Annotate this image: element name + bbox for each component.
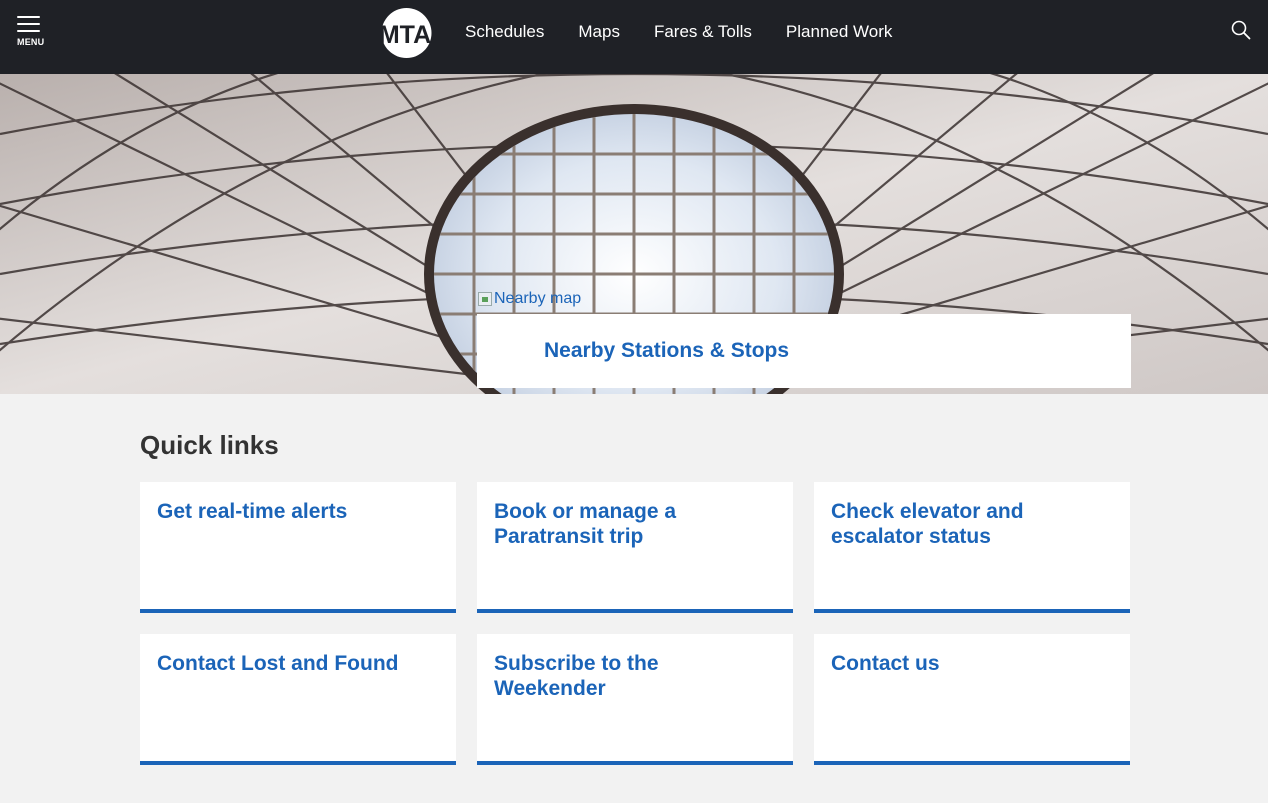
mta-logo[interactable]: MTA: [379, 6, 432, 60]
quick-link-label: Get real-time alerts: [157, 500, 348, 523]
nearby-stations-card: Nearby Stations & Stops: [477, 314, 1131, 388]
quick-link-lost-and-found[interactable]: Contact Lost and Found: [140, 634, 456, 765]
main-nav: Schedules Maps Fares & Tolls Planned Wor…: [465, 20, 926, 44]
quick-link-elevator-status[interactable]: Check elevator and escalator status: [814, 482, 1130, 613]
hero-banner: Nearby map Nearby Stations & Stops: [0, 74, 1268, 394]
nearby-map-alt-text: Nearby map: [494, 290, 582, 307]
search-icon: [1231, 20, 1251, 40]
quick-links-grid: Get real-time alerts Book or manage a Pa…: [140, 482, 1131, 765]
hamburger-icon-bar: [17, 23, 40, 25]
hamburger-icon: [17, 16, 40, 18]
nav-schedules[interactable]: Schedules: [465, 20, 544, 44]
quick-link-weekender[interactable]: Subscribe to the Weekender: [477, 634, 793, 765]
menu-button[interactable]: MENU: [17, 16, 45, 48]
quick-link-real-time-alerts[interactable]: Get real-time alerts: [140, 482, 456, 613]
menu-label: MENU: [17, 37, 45, 47]
quick-link-paratransit[interactable]: Book or manage a Paratransit trip: [477, 482, 793, 613]
broken-image-icon: [478, 292, 492, 306]
quick-link-label: Contact Lost and Found: [157, 652, 399, 675]
nearby-map-image[interactable]: Nearby map: [478, 290, 581, 308]
nav-planned-work[interactable]: Planned Work: [786, 20, 892, 44]
quick-link-label: Contact us: [831, 652, 940, 675]
nav-fares-tolls[interactable]: Fares & Tolls: [654, 20, 752, 44]
quick-link-label: Check elevator and escalator status: [831, 500, 1024, 548]
site-header: MENU MTA Schedules Maps Fares & Tolls Pl…: [0, 0, 1268, 74]
quick-link-contact-us[interactable]: Contact us: [814, 634, 1130, 765]
quick-link-label: Subscribe to the Weekender: [494, 652, 659, 700]
quick-link-label: Book or manage a Paratransit trip: [494, 500, 677, 548]
nav-maps[interactable]: Maps: [578, 20, 620, 44]
logo-text: MTA: [381, 21, 431, 49]
nearby-stations-link[interactable]: Nearby Stations & Stops: [544, 339, 789, 363]
hamburger-icon-bar: [17, 30, 40, 32]
search-button[interactable]: [1230, 19, 1252, 41]
quick-links-title: Quick links: [140, 430, 279, 460]
